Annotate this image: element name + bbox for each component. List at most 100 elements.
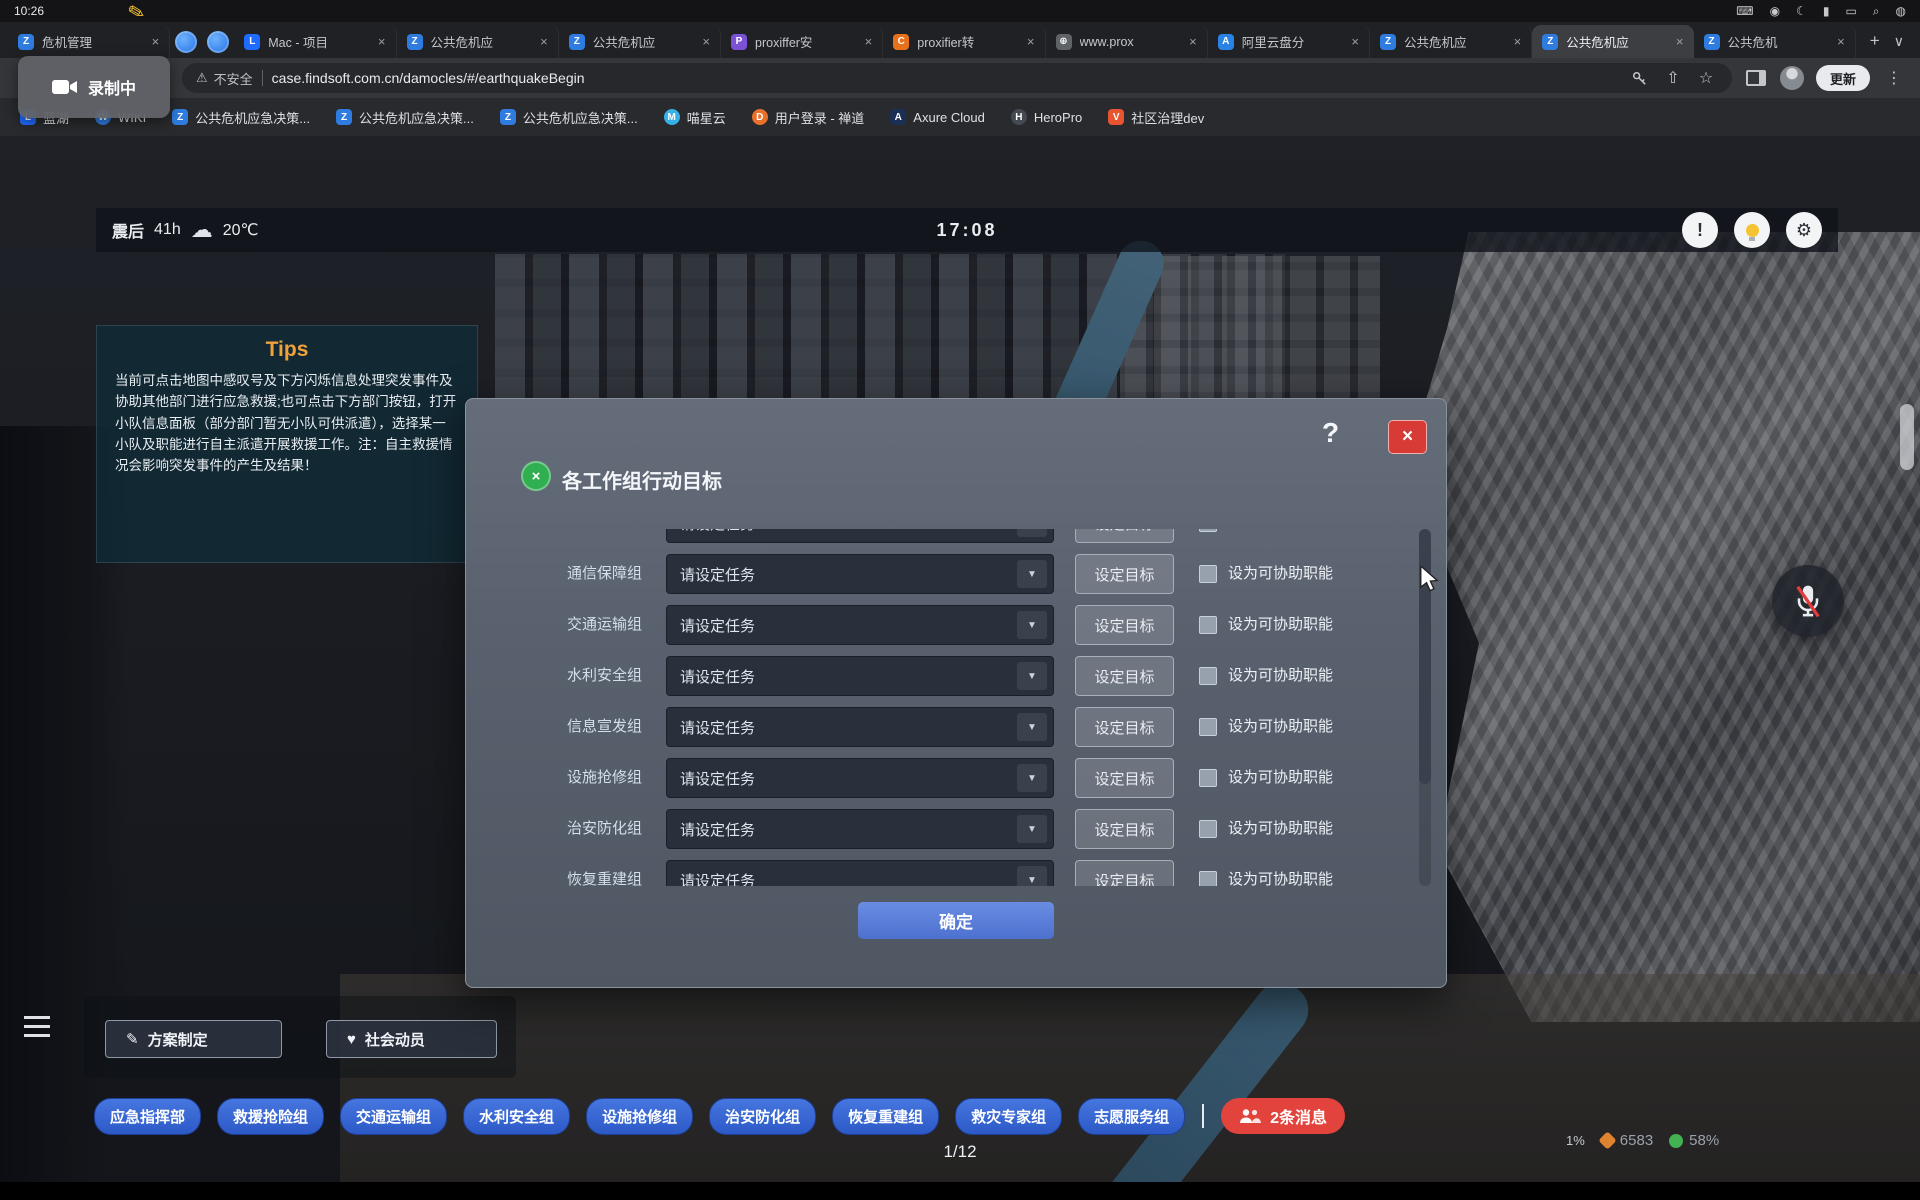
battery-icon[interactable]: ▮ <box>1823 4 1830 18</box>
alert-button[interactable]: ! <box>1682 212 1718 248</box>
bookmark-crisis-1[interactable]: Z公共危机应急决策... <box>172 108 310 127</box>
set-target-button[interactable]: 设定目标 <box>1075 758 1174 798</box>
bookmark-miaoxingyun[interactable]: M喵星云 <box>664 108 726 127</box>
plan-button[interactable]: ✎ 方案制定 <box>105 1020 282 1058</box>
moon-icon[interactable]: ☾ <box>1796 4 1807 18</box>
display-icon[interactable]: ▭ <box>1845 4 1856 18</box>
tab-close-icon[interactable]: × <box>540 34 548 49</box>
task-dropdown[interactable]: 请设定任务▼ <box>666 758 1054 798</box>
assist-checkbox[interactable] <box>1199 529 1217 532</box>
microphone-muted-button[interactable] <box>1772 565 1844 637</box>
help-icon[interactable]: ? <box>1322 417 1339 449</box>
task-dropdown[interactable]: 请设定任务▼ <box>666 809 1054 849</box>
tab-close-icon[interactable]: × <box>1189 34 1197 49</box>
messages-button[interactable]: 2条消息 <box>1221 1098 1345 1134</box>
security-chip[interactable]: ⚠ 不安全 <box>196 69 253 88</box>
quick-menu-icon[interactable] <box>24 1016 50 1037</box>
tab-close-icon[interactable]: × <box>378 34 386 49</box>
mobilize-button[interactable]: ♥ 社会动员 <box>326 1020 497 1058</box>
bookmark-heropro[interactable]: HHeroPro <box>1011 109 1082 125</box>
tab-close-icon[interactable]: × <box>702 34 710 49</box>
task-dropdown[interactable]: 请设定任务▼ <box>666 656 1054 696</box>
bookmark-zentao-login[interactable]: D用户登录 - 禅道 <box>752 108 865 127</box>
department-volunteers-button[interactable]: 志愿服务组 <box>1078 1098 1185 1135</box>
task-dropdown[interactable]: 请设定任务▼ <box>666 529 1054 543</box>
set-target-button[interactable]: 设定目标 <box>1075 707 1174 747</box>
profile-avatar[interactable] <box>1780 66 1804 90</box>
side-panel-icon[interactable] <box>1744 66 1768 90</box>
chrome-menu-icon[interactable]: ⋮ <box>1882 66 1906 90</box>
tab-close-icon[interactable]: × <box>1514 34 1522 49</box>
set-target-button[interactable]: 设定目标 <box>1075 860 1174 886</box>
department-experts-button[interactable]: 救灾专家组 <box>955 1098 1062 1135</box>
browser-tab[interactable]: P proxiffer安 × <box>721 25 883 58</box>
tab-search-chevron-icon[interactable]: ∨ <box>1894 33 1904 50</box>
browser-tab[interactable]: A 阿里云盘分 × <box>1208 25 1370 58</box>
modal-close-button[interactable]: × <box>1388 420 1427 454</box>
task-dropdown[interactable]: 请设定任务▼ <box>666 554 1054 594</box>
assist-checkbox[interactable] <box>1199 565 1217 583</box>
department-repair-button[interactable]: 设施抢修组 <box>586 1098 693 1135</box>
bookmark-axure-cloud[interactable]: AAxure Cloud <box>890 109 985 125</box>
set-target-button[interactable]: 设定目标 <box>1075 554 1174 594</box>
set-target-button[interactable]: 设定目标 <box>1075 529 1174 543</box>
bookmark-crisis-2[interactable]: Z公共危机应急决策... <box>336 108 474 127</box>
window-scrollbar-thumb[interactable] <box>1900 404 1914 470</box>
set-target-button[interactable]: 设定目标 <box>1075 809 1174 849</box>
tab-close-icon[interactable]: × <box>1676 34 1684 49</box>
settings-gear-button[interactable]: ⚙ <box>1786 212 1822 248</box>
browser-tab[interactable]: Z 公共危机应 × <box>397 25 559 58</box>
browser-tab[interactable]: L Mac - 项目 × <box>234 25 396 58</box>
tab-close-icon[interactable]: × <box>1351 34 1359 49</box>
browser-tab[interactable]: Z 危机管理 × <box>8 25 170 58</box>
browser-toolbar: ⚠ 不安全 case.findsoft.com.cn/damocles/#/ea… <box>0 58 1920 98</box>
browser-tab[interactable]: C proxifier转 × <box>883 25 1045 58</box>
department-water-safety-button[interactable]: 水利安全组 <box>463 1098 570 1135</box>
keyboard-icon[interactable]: ⌨ <box>1736 4 1753 18</box>
browser-tab[interactable]: ⊕ www.prox × <box>1046 25 1208 58</box>
department-security-button[interactable]: 治安防化组 <box>709 1098 816 1135</box>
task-dropdown[interactable]: 请设定任务▼ <box>666 860 1054 886</box>
browser-tab-active[interactable]: Z 公共危机应 × <box>1532 25 1693 58</box>
assist-checkbox[interactable] <box>1199 616 1217 634</box>
bookmark-star-icon[interactable]: ☆ <box>1694 66 1718 90</box>
share-icon[interactable]: ⇧ <box>1661 66 1685 90</box>
department-rescue-button[interactable]: 救援抢险组 <box>217 1098 324 1135</box>
control-center-icon[interactable]: ◍ <box>1896 4 1906 18</box>
url-text[interactable]: case.findsoft.com.cn/damocles/#/earthqua… <box>272 70 1619 86</box>
department-command-button[interactable]: 应急指挥部 <box>94 1098 201 1135</box>
browser-tab[interactable]: Z 公共危机应 × <box>1370 25 1532 58</box>
assist-checkbox[interactable] <box>1199 871 1217 886</box>
browser-tab[interactable]: Z 公共危机应 × <box>559 25 721 58</box>
modal-collapse-icon[interactable]: × <box>521 461 551 491</box>
new-tab-button[interactable]: + <box>1862 28 1888 54</box>
assist-checkbox[interactable] <box>1199 769 1217 787</box>
tab-close-icon[interactable]: × <box>865 34 873 49</box>
bookmark-community-dev[interactable]: V社区治理dev <box>1108 108 1204 127</box>
assist-checkbox[interactable] <box>1199 820 1217 838</box>
chrome-update-button[interactable]: 更新 <box>1816 65 1870 91</box>
screen-recording-indicator[interactable]: 录制中 <box>18 56 170 118</box>
hint-bulb-button[interactable] <box>1734 212 1770 248</box>
tab-close-icon[interactable]: × <box>1837 34 1845 49</box>
task-dropdown[interactable]: 请设定任务▼ <box>666 605 1054 645</box>
assist-checkbox[interactable] <box>1199 667 1217 685</box>
department-rebuild-button[interactable]: 恢复重建组 <box>832 1098 939 1135</box>
confirm-button[interactable]: 确定 <box>858 902 1054 939</box>
group-label: 治安防化组 <box>567 809 642 849</box>
bookmark-crisis-3[interactable]: Z公共危机应急决策... <box>500 108 638 127</box>
task-dropdown[interactable]: 请设定任务▼ <box>666 707 1054 747</box>
pinned-tab-icon[interactable] <box>175 31 197 53</box>
department-transport-button[interactable]: 交通运输组 <box>340 1098 447 1135</box>
browser-tab[interactable]: Z 公共危机 × <box>1694 25 1856 58</box>
pinned-tab-icon[interactable] <box>207 31 229 53</box>
omnibox[interactable]: ⚠ 不安全 case.findsoft.com.cn/damocles/#/ea… <box>182 63 1732 93</box>
tab-close-icon[interactable]: × <box>152 34 160 49</box>
assist-checkbox[interactable] <box>1199 718 1217 736</box>
spotlight-search-icon[interactable]: ⌕ <box>1873 4 1880 19</box>
screen-record-icon[interactable]: ◉ <box>1770 4 1780 18</box>
key-icon[interactable] <box>1628 66 1652 90</box>
tab-close-icon[interactable]: × <box>1027 34 1035 49</box>
set-target-button[interactable]: 设定目标 <box>1075 605 1174 645</box>
set-target-button[interactable]: 设定目标 <box>1075 656 1174 696</box>
